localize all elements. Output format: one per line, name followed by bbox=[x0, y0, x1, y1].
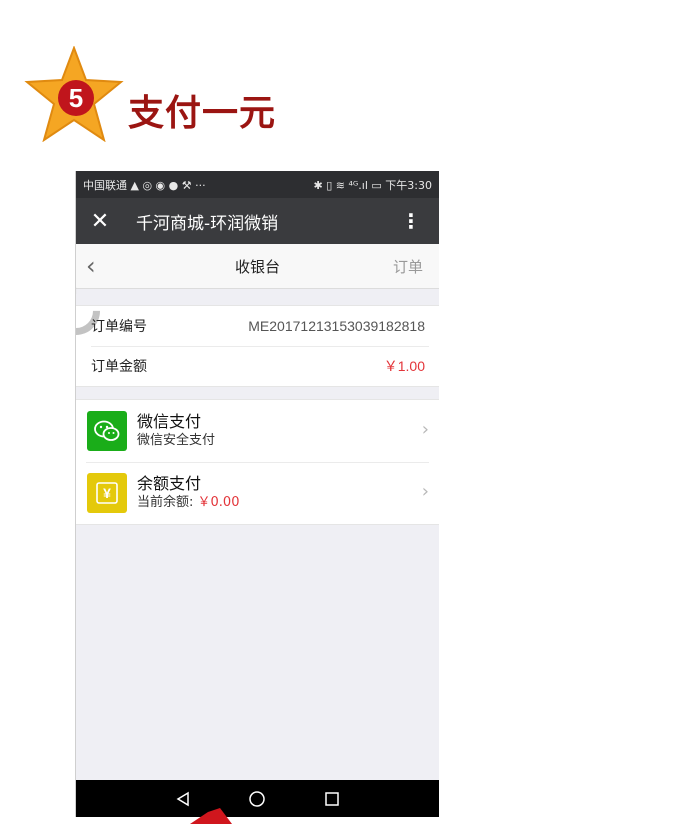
order-info: 订单编号 ME20171213153039182818 订单金额 ￥1.00 bbox=[76, 305, 439, 387]
balance-pay-option[interactable]: ¥ 余额支付 当前余额: ￥0.00 › bbox=[76, 462, 439, 524]
notification-icons: ▲ ◎ ◉ ● ⚒ ··· bbox=[130, 178, 206, 192]
clock: 下午3:30 bbox=[385, 178, 432, 192]
system-icons: ✱ ▯ ≋ ⁴ᴳ.ıl ▭ bbox=[313, 178, 386, 192]
balance-label: 当前余额: bbox=[137, 495, 198, 510]
status-bar: 中国联通 ▲ ◎ ◉ ● ⚒ ··· ✱ ▯ ≋ ⁴ᴳ.ıl ▭ 下午3:30 bbox=[76, 171, 439, 198]
wechat-pay-text: 微信支付 微信安全支付 bbox=[137, 412, 215, 450]
carrier-label: 中国联通 bbox=[83, 178, 127, 192]
wechat-pay-option[interactable]: 微信支付 微信安全支付 › bbox=[76, 400, 439, 462]
step-title: 支付一元 bbox=[128, 93, 277, 134]
close-icon[interactable]: ✕ bbox=[76, 209, 124, 234]
order-number-value: ME20171213153039182818 bbox=[248, 318, 425, 334]
browser-top-bar: ✕ 千河商城-环润微销 ⋮ bbox=[76, 198, 439, 244]
balance-pay-subtitle: 当前余额: ￥0.00 bbox=[137, 494, 239, 512]
page-title: 千河商城-环润微销 bbox=[136, 213, 279, 234]
balance-amount: ￥0.00 bbox=[197, 495, 240, 510]
order-number-label: 订单编号 bbox=[91, 319, 147, 335]
phone-screen: 中国联通 ▲ ◎ ◉ ● ⚒ ··· ✱ ▯ ≋ ⁴ᴳ.ıl ▭ 下午3:30 … bbox=[76, 171, 439, 817]
balance-pay-text: 余额支付 当前余额: ￥0.00 bbox=[137, 474, 239, 512]
pointer-arrow-icon bbox=[190, 808, 232, 824]
back-chevron-icon[interactable]: ‹ bbox=[86, 252, 96, 280]
status-left: 中国联通 ▲ ◎ ◉ ● ⚒ ··· bbox=[83, 177, 206, 193]
chevron-right-icon: › bbox=[421, 419, 429, 440]
orders-link[interactable]: 订单 bbox=[393, 256, 423, 277]
step-number: 5 bbox=[58, 80, 94, 116]
wechat-pay-subtitle: 微信安全支付 bbox=[137, 433, 216, 448]
wechat-icon bbox=[87, 411, 127, 451]
back-triangle-icon[interactable] bbox=[173, 789, 193, 809]
wechat-pay-title: 微信支付 bbox=[137, 412, 202, 431]
payment-methods: 微信支付 微信安全支付 › ¥ 余额支付 当前余额: ￥0.00 › bbox=[76, 399, 439, 525]
android-nav-bar bbox=[76, 780, 439, 817]
checkout-nav: ‹ 收银台 订单 bbox=[76, 244, 439, 289]
order-number-row: 订单编号 ME20171213153039182818 bbox=[76, 306, 439, 346]
home-circle-icon[interactable] bbox=[247, 789, 267, 809]
status-right: ✱ ▯ ≋ ⁴ᴳ.ıl ▭ 下午3:30 bbox=[314, 177, 432, 193]
order-amount-row: 订单金额 ￥1.00 bbox=[76, 346, 439, 386]
yen-icon: ¥ bbox=[87, 473, 127, 513]
balance-pay-title: 余额支付 bbox=[137, 474, 202, 493]
more-vertical-icon[interactable]: ⋮ bbox=[401, 209, 421, 233]
svg-text:¥: ¥ bbox=[103, 485, 111, 501]
order-amount-value: ￥1.00 bbox=[383, 358, 425, 374]
recents-square-icon[interactable] bbox=[322, 789, 342, 809]
order-amount-label: 订单金额 bbox=[91, 359, 147, 375]
chevron-right-icon: › bbox=[421, 481, 429, 502]
checkout-title: 收银台 bbox=[234, 257, 280, 276]
